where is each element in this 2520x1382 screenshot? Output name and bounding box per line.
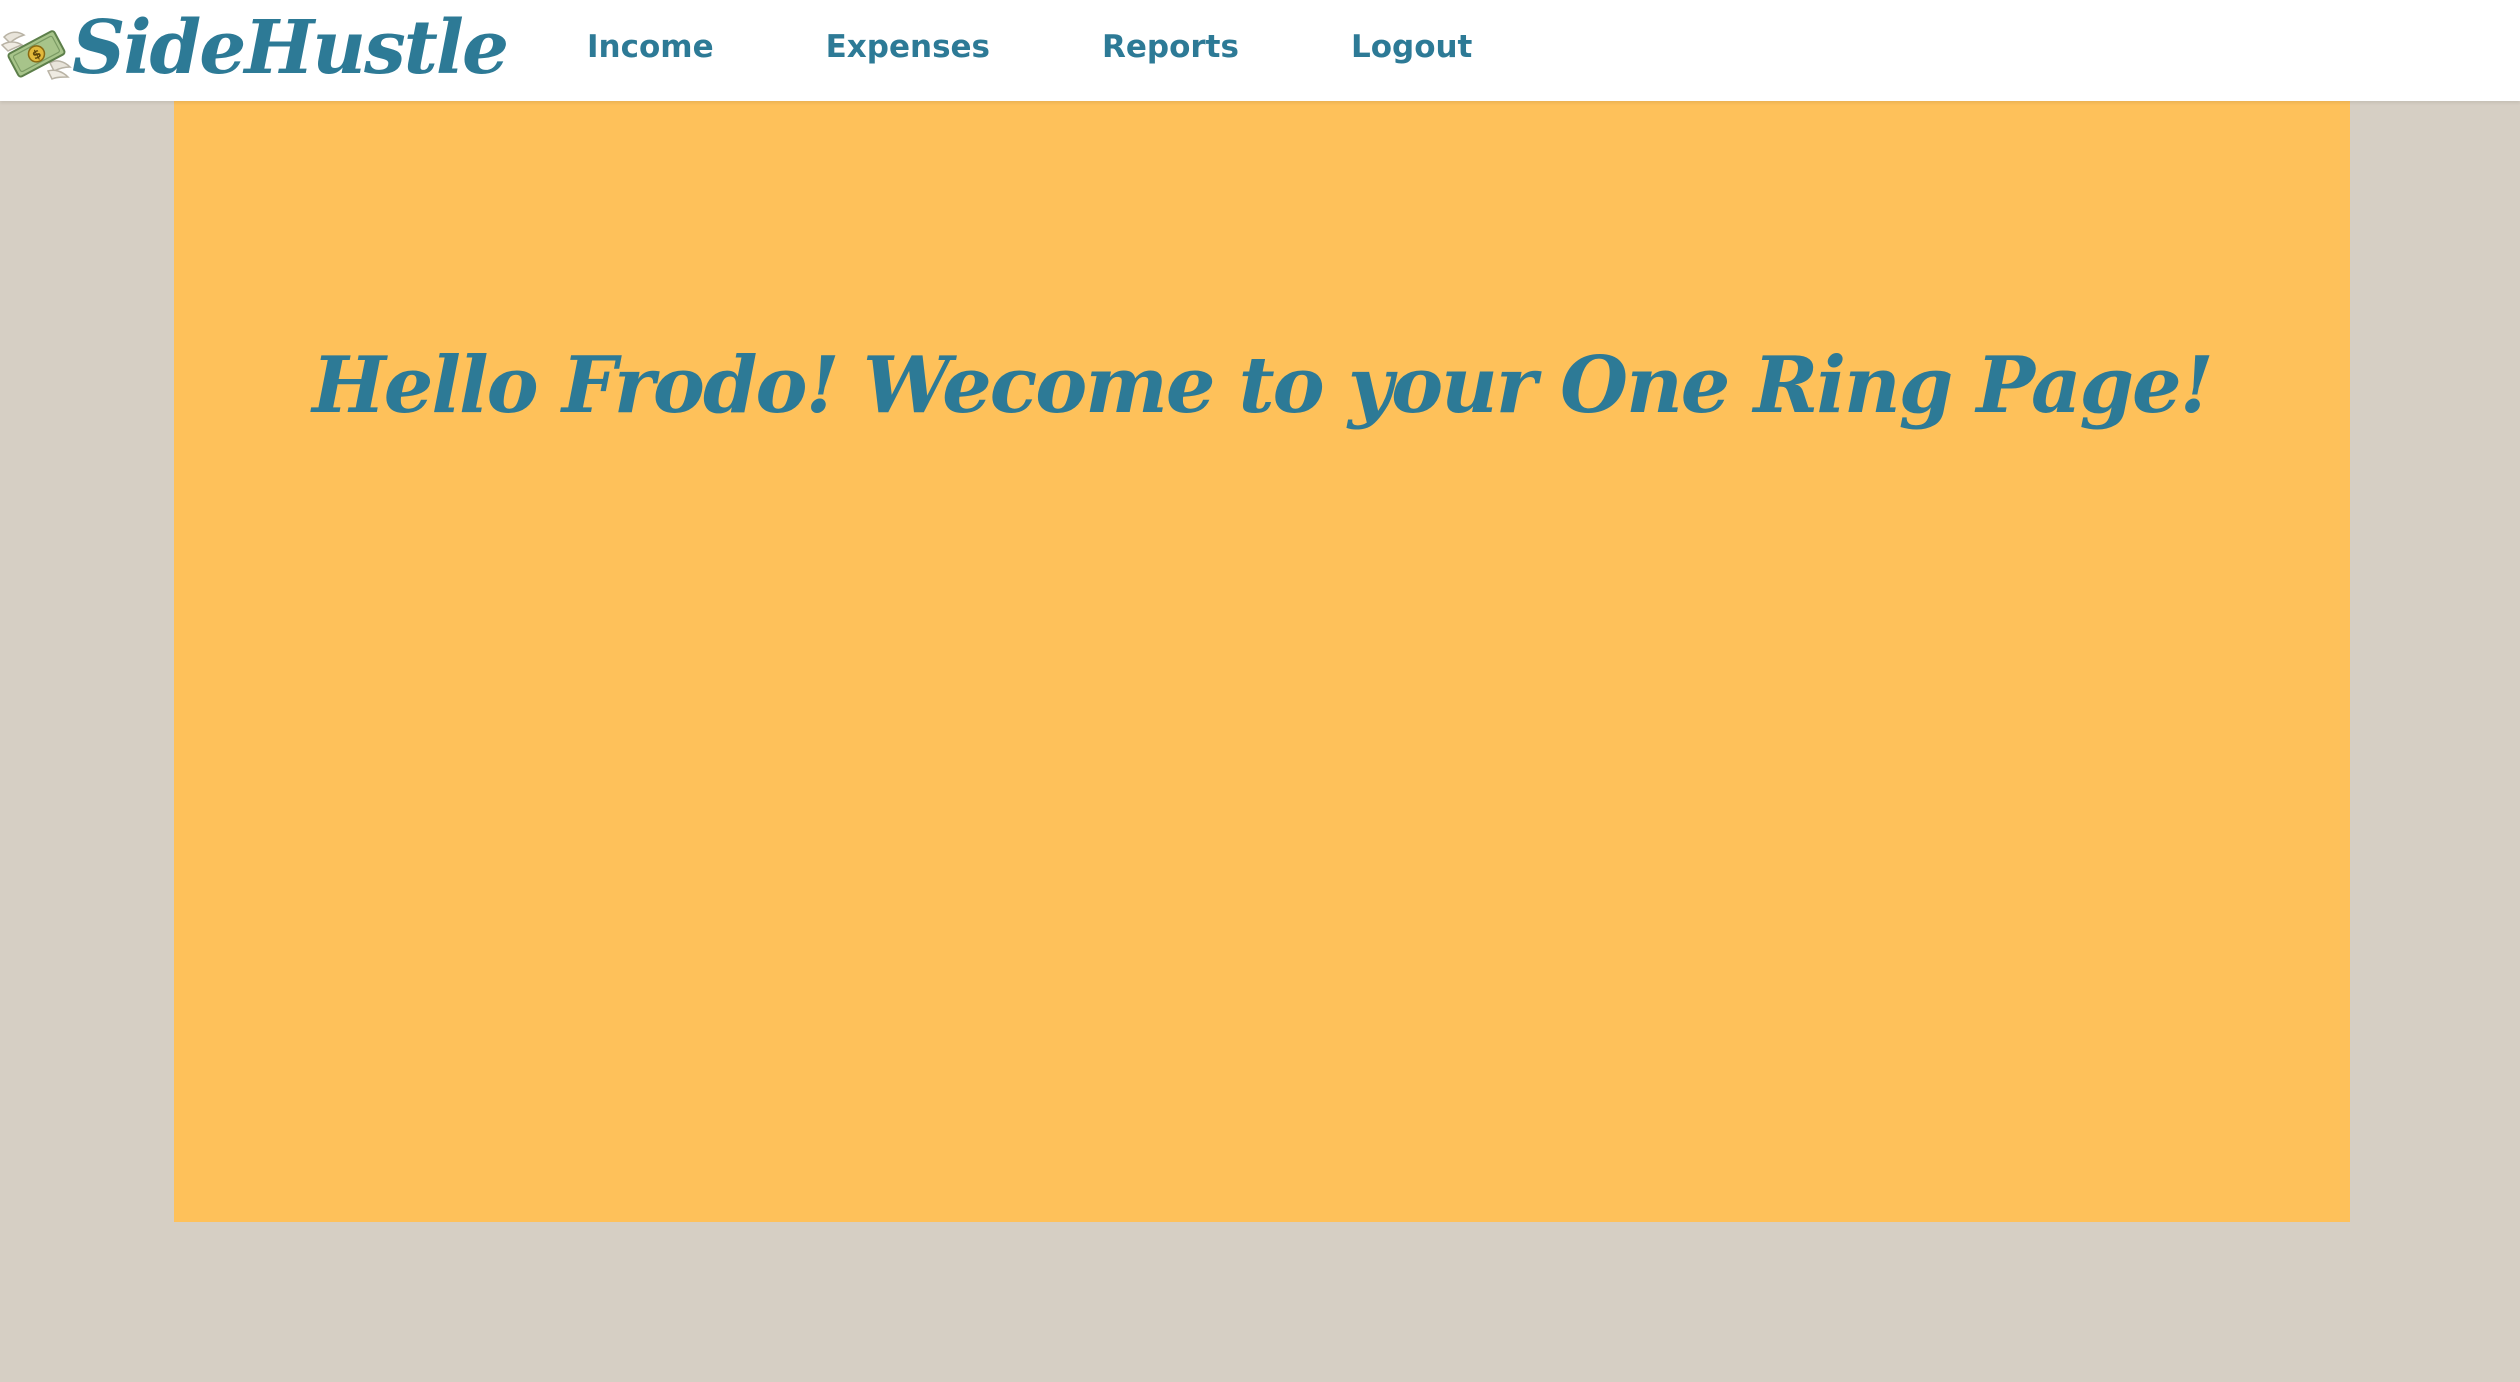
nav-income-link[interactable]: Income (587, 29, 714, 65)
nav-reports-link[interactable]: Reports (1102, 29, 1239, 65)
main-content-card: Hello Frodo! Wecome to your One Ring Pag… (174, 101, 2350, 1222)
nav-expenses-link[interactable]: Expenses (826, 29, 990, 65)
welcome-heading: Hello Frodo! Wecome to your One Ring Pag… (312, 340, 2214, 431)
money-with-wings-icon: $ (0, 29, 72, 80)
brand-logo-link[interactable]: $ SideHustle (0, 0, 509, 101)
top-navbar: $ SideHustle Income Expenses Reports Log… (0, 0, 2520, 101)
main-nav: Income Expenses Reports Logout (587, 0, 1584, 94)
nav-logout-link[interactable]: Logout (1351, 29, 1472, 65)
brand-name: SideHustle (72, 4, 509, 91)
